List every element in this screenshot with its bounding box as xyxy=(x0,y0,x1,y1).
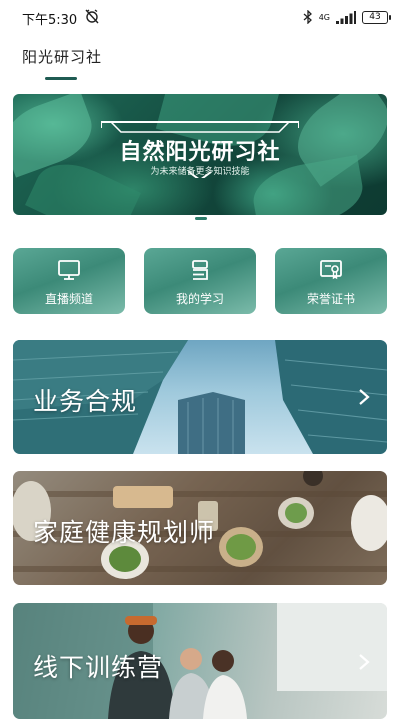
monitor-icon xyxy=(58,260,80,280)
alarm-off-icon xyxy=(85,9,99,24)
status-time: 下午5:30 xyxy=(22,13,78,28)
category-title: 家庭健康规划师 xyxy=(33,518,216,547)
category-card-family-health-planner[interactable]: 家庭健康规划师 xyxy=(13,471,387,585)
bluetooth-icon xyxy=(303,10,312,24)
honor-certificate-label: 荣誉证书 xyxy=(306,292,355,306)
tab-indicator xyxy=(45,77,77,80)
certificate-icon xyxy=(320,260,342,280)
signal-icon xyxy=(336,10,356,24)
live-channel-button[interactable]: 直播频道 xyxy=(13,248,125,314)
network-type: 4G xyxy=(318,12,330,22)
banner-carousel[interactable]: 自然阳光研习社 为未来储备更多知识技能 xyxy=(13,94,387,215)
category-title: 线下训练营 xyxy=(33,653,164,682)
honor-certificate-button[interactable]: 荣誉证书 xyxy=(275,248,387,314)
my-learning-button[interactable]: 我的学习 xyxy=(144,248,256,314)
battery-icon: 43 xyxy=(362,10,391,24)
status-bar: 下午5:30 4G 43 xyxy=(0,0,400,34)
banner-subtitle: 为未来储备更多知识技能 xyxy=(150,167,250,177)
book-stack-icon xyxy=(192,260,208,280)
my-learning-label: 我的学习 xyxy=(175,292,224,306)
category-card-business-compliance[interactable]: 业务合规 xyxy=(13,340,387,454)
chevron-right-icon xyxy=(359,389,370,405)
tab-sunshine-society[interactable]: 阳光研习社 xyxy=(22,46,102,67)
status-right: 4G 43 xyxy=(303,8,391,26)
category-card-offline-training-camp[interactable]: 线下训练营 xyxy=(13,603,387,719)
carousel-indicator xyxy=(195,217,207,220)
category-title: 业务合规 xyxy=(33,387,138,416)
live-channel-label: 直播频道 xyxy=(44,292,93,306)
banner-title: 自然阳光研习社 xyxy=(119,140,281,165)
chevron-right-icon xyxy=(359,654,370,670)
